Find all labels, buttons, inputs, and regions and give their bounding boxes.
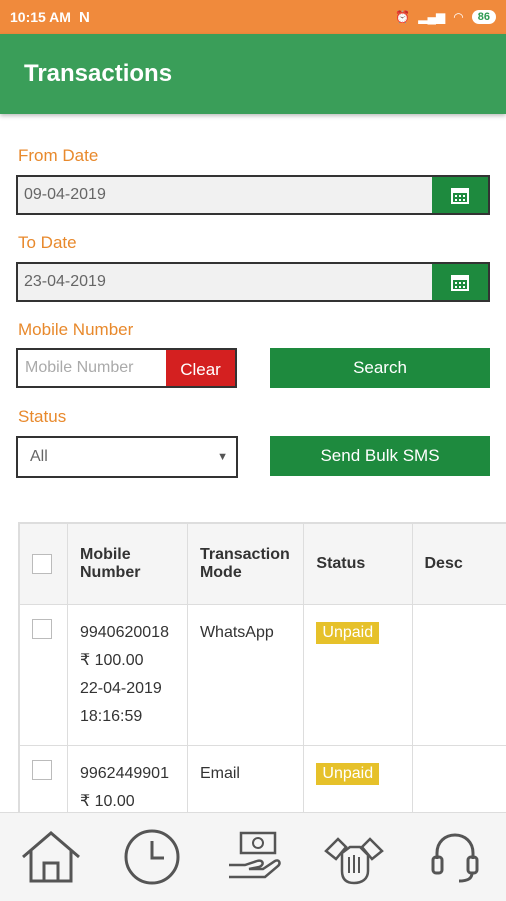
mode-cell: WhatsApp (187, 605, 303, 746)
status-badge: Unpaid (316, 763, 379, 785)
status-cell: Unpaid (304, 746, 412, 814)
payment-icon[interactable] (218, 822, 288, 892)
time: 18:16:59 (80, 708, 142, 725)
header-text: Mode (200, 564, 242, 581)
battery-icon: 86 (472, 10, 496, 24)
table-header-row: MobileNumber TransactionMode Status Desc (20, 524, 506, 605)
transaction-mode-header: TransactionMode (187, 524, 303, 605)
row-checkbox[interactable] (32, 619, 52, 639)
notification-icon: N (79, 9, 90, 26)
bottom-nav (0, 812, 506, 901)
select-all-cell (20, 524, 68, 605)
status-bar: 10:15 AM N ⏰ ▂▄▆ ◠ 86 (0, 0, 506, 34)
transactions-table: MobileNumber TransactionMode Status Desc… (18, 522, 506, 813)
row-checkbox[interactable] (32, 760, 52, 780)
table-row: 9962449901 ₹ 10.00 Email Unpaid (20, 746, 506, 814)
calendar-icon[interactable] (432, 177, 488, 213)
desc-cell (412, 746, 506, 814)
app-bar: Transactions (0, 34, 506, 114)
clock-icon[interactable] (117, 822, 187, 892)
dropdown-arrow-icon: ▼ (217, 438, 228, 476)
mobile-number-header: MobileNumber (67, 524, 187, 605)
row-select-cell (20, 605, 68, 746)
mobile-number-label: Mobile Number (18, 320, 133, 340)
from-date-field[interactable]: 09-04-2019 (16, 175, 490, 215)
status-cell: Unpaid (304, 605, 412, 746)
send-bulk-sms-button[interactable]: Send Bulk SMS (270, 436, 490, 476)
search-button[interactable]: Search (270, 348, 490, 388)
support-headset-icon[interactable] (420, 822, 490, 892)
mobile-number-input[interactable]: Mobile Number (16, 348, 166, 388)
signal-icon: ▂▄▆ (418, 10, 445, 24)
page-title: Transactions (24, 60, 172, 88)
amount: ₹ 10.00 (80, 793, 135, 810)
amount: ₹ 100.00 (80, 652, 144, 669)
status-select-value: All (30, 448, 48, 465)
header-text: Mobile (80, 546, 131, 563)
mobile-number: 9940620018 (80, 624, 169, 641)
handshake-icon[interactable] (319, 822, 389, 892)
from-date-value[interactable]: 09-04-2019 (18, 177, 432, 213)
mode-cell: Email (187, 746, 303, 814)
status-indicators: ⏰ ▂▄▆ ◠ 86 (395, 10, 496, 24)
to-date-field[interactable]: 23-04-2019 (16, 262, 490, 302)
mobile-cell: 9940620018 ₹ 100.00 22-04-2019 18:16:59 (67, 605, 187, 746)
to-date-value[interactable]: 23-04-2019 (18, 264, 432, 300)
mobile-cell: 9962449901 ₹ 10.00 (67, 746, 187, 814)
status-header: Status (304, 524, 412, 605)
wifi-icon: ◠ (453, 10, 463, 24)
mobile-number: 9962449901 (80, 765, 169, 782)
status-select[interactable]: All ▼ (16, 436, 238, 478)
table-row: 9940620018 ₹ 100.00 22-04-2019 18:16:59 … (20, 605, 506, 746)
alarm-icon: ⏰ (395, 10, 410, 24)
home-icon[interactable] (16, 822, 86, 892)
status-label: Status (18, 407, 66, 427)
desc-header: Desc (412, 524, 506, 605)
desc-cell (412, 605, 506, 746)
to-date-label: To Date (18, 233, 77, 253)
status-time: 10:15 AM (10, 9, 71, 25)
status-badge: Unpaid (316, 622, 379, 644)
date: 22-04-2019 (80, 680, 162, 697)
clear-button[interactable]: Clear (166, 348, 237, 388)
from-date-label: From Date (18, 146, 98, 166)
header-text: Number (80, 564, 140, 581)
calendar-icon[interactable] (432, 264, 488, 300)
select-all-checkbox[interactable] (32, 554, 52, 574)
header-text: Transaction (200, 546, 290, 563)
row-select-cell (20, 746, 68, 814)
